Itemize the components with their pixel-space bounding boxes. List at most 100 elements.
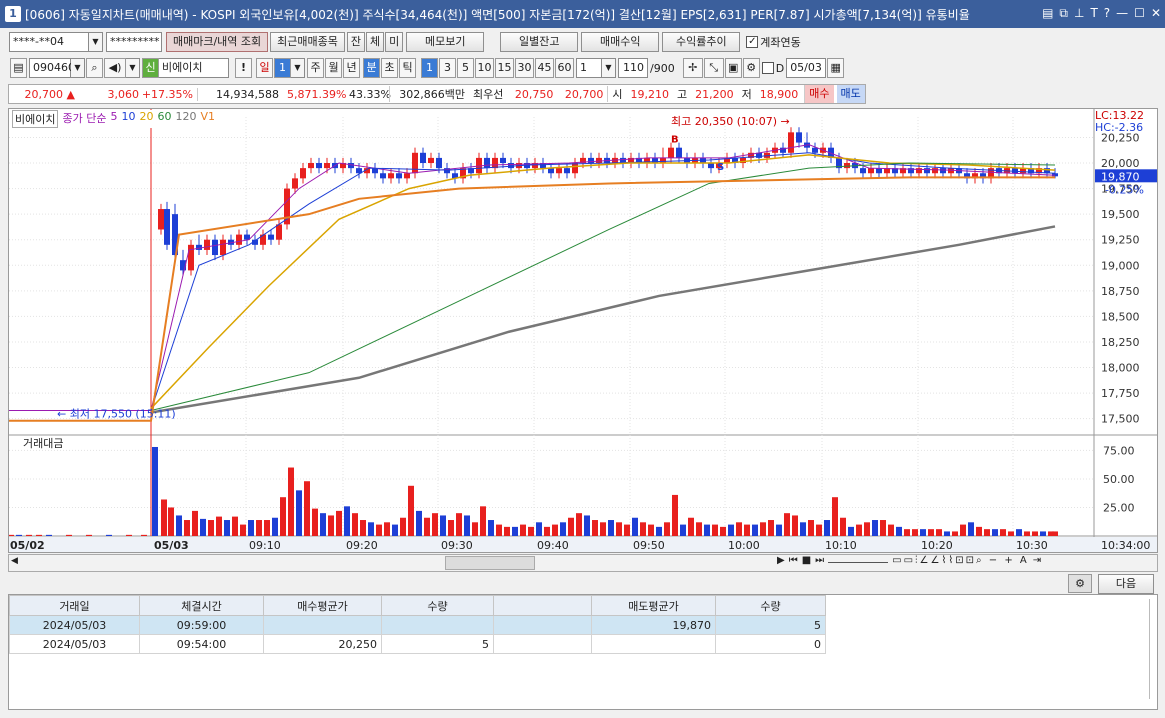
legend-ma-20: 20: [139, 110, 154, 123]
recent-trades-button[interactable]: 최근매매종목: [270, 32, 345, 52]
profit-trend-button[interactable]: 수익률추이: [662, 32, 741, 52]
copy-window-icon[interactable]: ⧉: [1059, 6, 1068, 21]
gear-icon[interactable]: ⚙: [742, 58, 760, 78]
font-icon[interactable]: T: [1090, 6, 1097, 21]
close-icon[interactable]: ✕: [1151, 6, 1161, 21]
calendar-icon[interactable]: ▦: [827, 58, 845, 78]
volume-bar: [26, 534, 32, 536]
account-link-checkbox[interactable]: ✓: [746, 36, 759, 48]
help-icon[interactable]: ?: [1104, 6, 1110, 21]
scroll-thumb[interactable]: [445, 556, 535, 570]
period-month-button[interactable]: 월: [325, 58, 342, 78]
maximize-icon[interactable]: ☐: [1134, 6, 1145, 21]
chart-type-icon[interactable]: ▤: [10, 58, 27, 78]
y-tick-label: 17,750: [1101, 387, 1140, 400]
table-row[interactable]: 2024/05/03 09:54:00 20,250 5 0: [9, 634, 826, 654]
chart-canvas[interactable]: 20,25020,00019,75019,50019,25019,00018,7…: [9, 109, 1157, 552]
settings-icon[interactable]: ⚙: [1068, 574, 1092, 593]
table-row[interactable]: 2024/05/03 09:59:00 19,870 5: [9, 615, 826, 635]
search-icon[interactable]: ⌕: [86, 58, 103, 78]
volume-bar: [232, 516, 238, 536]
price-chart[interactable]: 20,250 20,000 19,750 19,500 19,250 19,000 18,7…: [8, 108, 1158, 553]
memo-button[interactable]: 메모보기: [406, 32, 485, 52]
volume-bar: [9, 534, 14, 536]
title-bar: 1 [0606] 자동일지차트(매매내역) - KOSPI 외국인보유[4,00…: [0, 0, 1165, 28]
minute-1-button[interactable]: 1: [421, 58, 438, 78]
date-input[interactable]: 05/03: [786, 58, 827, 78]
volume-bar: [272, 517, 278, 536]
volume-bar: [66, 534, 72, 536]
volume-rate: 5,871.39%: [287, 87, 347, 101]
unexecuted-button[interactable]: 미: [385, 32, 404, 52]
minute-30-button[interactable]: 30: [515, 58, 534, 78]
period-day-button[interactable]: 일: [256, 58, 273, 78]
minimize-icon[interactable]: —: [1116, 6, 1128, 21]
bar-count-input[interactable]: 110: [618, 58, 648, 78]
low-price: 18,900: [759, 87, 799, 101]
save-icon[interactable]: ▣: [724, 58, 742, 78]
tool-icons[interactable]: ▭▭⫶∠∠⌇⌇⊡⊡⌕ − + A: [892, 555, 1029, 566]
minute-45-button[interactable]: 45: [535, 58, 554, 78]
scroll-end-icon[interactable]: ⇥: [1033, 555, 1041, 566]
stop-icon[interactable]: ■: [802, 555, 811, 566]
scroll-right-icon[interactable]: ▶: [777, 555, 785, 566]
forward-icon[interactable]: ⏭: [815, 555, 824, 566]
period-week-button[interactable]: 주: [307, 58, 324, 78]
candle-body: [548, 168, 554, 174]
period-minute-button[interactable]: 분: [363, 58, 380, 78]
balance-button[interactable]: 잔: [346, 32, 366, 52]
next-button[interactable]: 다음: [1098, 574, 1154, 594]
layout-icon[interactable]: ▤: [1042, 6, 1053, 21]
minute-5-button[interactable]: 5: [457, 58, 474, 78]
x-tick-label: 10:20: [921, 539, 953, 552]
x-tick-label: 09:20: [346, 539, 378, 552]
volume-bar: [728, 524, 734, 536]
period-second-button[interactable]: 초: [381, 58, 398, 78]
minute-15-button[interactable]: 15: [495, 58, 514, 78]
sound-icon[interactable]: ◀): [104, 58, 126, 78]
scroll-left-icon[interactable]: ◀: [11, 556, 18, 566]
candle-body: [564, 168, 570, 174]
date-checkbox[interactable]: [761, 62, 774, 74]
crosshair-icon[interactable]: ✢: [682, 58, 703, 78]
legend-v1: V1: [200, 110, 215, 123]
sell-button[interactable]: 매도: [836, 85, 865, 103]
period-year-button[interactable]: 년: [343, 58, 360, 78]
chart-scrollbar[interactable]: ◀ ▶ ⏮ ■ ⏭ ▭▭⫶∠∠⌇⌇⊡⊡⌕ − + A ⇥: [8, 554, 1158, 572]
volume-bar: [592, 520, 598, 536]
minute-60-button[interactable]: 60: [555, 58, 574, 78]
executed-button[interactable]: 체: [366, 32, 385, 52]
pin-icon[interactable]: ⊥: [1074, 6, 1084, 21]
trade-profit-button[interactable]: 매매수익: [581, 32, 660, 52]
header-sell-qty: 수량: [715, 595, 826, 616]
stock-code-input[interactable]: 090460: [29, 58, 75, 78]
minute-3-button[interactable]: 3: [439, 58, 456, 78]
current-rate-label: -0.25%: [1105, 183, 1144, 196]
tool-icon[interactable]: ⤡: [703, 58, 724, 78]
trade-mark-query-button[interactable]: 매매마크/내역 조회: [166, 32, 269, 52]
volume-bar: [624, 524, 630, 536]
rewind-icon[interactable]: ⏮: [789, 555, 798, 566]
volume-bar: [560, 522, 566, 536]
alert-icon[interactable]: !: [235, 58, 252, 78]
account-input[interactable]: ****-**04: [9, 32, 89, 52]
period-value[interactable]: 1: [274, 58, 291, 78]
zoom-slider[interactable]: [828, 555, 889, 563]
multiplier-input[interactable]: 1: [576, 58, 602, 78]
daily-balance-button[interactable]: 일별잔고: [500, 32, 579, 52]
window-number: 1: [5, 6, 21, 22]
period-tick-button[interactable]: 틱: [399, 58, 416, 78]
period-dropdown-icon[interactable]: ▼: [291, 58, 305, 78]
code-dropdown-icon[interactable]: ▼: [71, 58, 85, 78]
volume-bar: [16, 534, 22, 536]
volume-bar: [536, 522, 542, 536]
multiplier-dropdown-icon[interactable]: ▼: [602, 58, 616, 78]
account-dropdown-icon[interactable]: ▼: [89, 32, 103, 52]
cell-sell-qty: 5: [715, 615, 826, 635]
sound-dropdown-icon[interactable]: ▼: [126, 58, 140, 78]
volume-bar: [784, 513, 790, 536]
minute-10-button[interactable]: 10: [475, 58, 494, 78]
table-scrollbar[interactable]: [1149, 599, 1155, 699]
buy-button[interactable]: 매수: [804, 85, 834, 103]
password-input[interactable]: *********: [106, 32, 162, 52]
